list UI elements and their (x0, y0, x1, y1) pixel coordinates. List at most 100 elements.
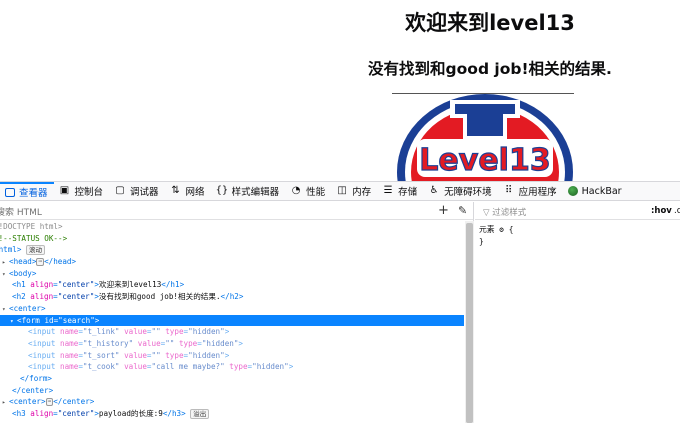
input-value: call me maybe? (156, 362, 221, 372)
filter-placeholder: 过滤样式 (492, 208, 527, 218)
element-rule-label: 元素 (479, 225, 495, 234)
tab-label: 网络 (185, 187, 205, 198)
expand-icon[interactable]: ▸ (2, 397, 9, 409)
element-rule: 元素 ⚙ { (479, 224, 680, 236)
open-brace: { (508, 225, 514, 234)
input-type: hidden (192, 350, 221, 360)
hov-toggle[interactable]: :hov (651, 206, 672, 216)
tab-label: HackBar (581, 185, 622, 197)
tree-line-html[interactable]: <html> 滚动 (0, 244, 458, 256)
style-filter-input[interactable]: ▽ 过滤样式 (483, 206, 526, 218)
input-name: t_link (87, 327, 115, 337)
memory-icon: ◫ (337, 185, 347, 196)
tree-line-h1[interactable]: <h1 align="center">欢迎来到level13</h1> (12, 279, 476, 291)
center-close-tag: </center> (12, 385, 54, 395)
markup-scrollbar[interactable] (465, 221, 474, 423)
accessibility-icon: ♿ (429, 185, 439, 196)
rendered-page: 欢迎来到level13 没有找到和good job!相关的结果. Level13 (0, 0, 680, 181)
tree-line-h3[interactable]: <h3 align="center">payload的长度:9</h3> 溢出 (12, 408, 476, 420)
filter-icon: ▽ (483, 208, 493, 218)
level13-logo: Level13 (397, 94, 573, 181)
style-filter-bar: ▽ 过滤样式 :hov .c (475, 202, 680, 220)
tree-line-comment[interactable]: <!--STATUS OK--> (0, 233, 458, 245)
tab-storage[interactable]: ☰ 存储 (377, 182, 423, 201)
collapse-icon[interactable]: ▾ (10, 316, 17, 328)
tab-style-editor[interactable]: {} 样式编辑器 (211, 182, 286, 201)
tab-debugger[interactable]: ▢ 调试器 (109, 182, 165, 201)
form-id-value: search (62, 315, 91, 325)
tree-line-input-t-link[interactable]: <input name="t_link" value="" type="hidd… (28, 326, 492, 338)
html-search-bar: 搜索 HTML + ✎ (0, 202, 473, 220)
body-tag: <body> (9, 268, 37, 278)
markup-pane: 搜索 HTML + ✎ <!DOCTYPE html> <!--STATUS O… (0, 202, 474, 423)
page-heading: 欢迎来到level13 (405, 11, 575, 35)
html-search-input[interactable]: 搜索 HTML (0, 205, 42, 218)
tab-inspector[interactable]: 查看器 (0, 181, 54, 201)
h3-text: payload的长度:9 (98, 409, 163, 418)
markup-tree: <!DOCTYPE html> <!--STATUS OK--> <html> … (0, 221, 464, 423)
gear-icon[interactable]: ⚙ (499, 225, 504, 234)
tab-label: 控制台 (74, 187, 104, 198)
tab-label: 性能 (306, 187, 326, 198)
tab-network[interactable]: ⇅ 网络 (165, 182, 211, 201)
tab-performance[interactable]: ◔ 性能 (285, 182, 331, 201)
style-editor-icon: {} (215, 185, 229, 196)
tab-label: 存储 (398, 187, 418, 198)
tree-line-form-close[interactable]: </form> (20, 373, 484, 385)
page-subheading: 没有找到和good job!相关的结果. (368, 60, 612, 78)
application-icon: ⠿ (504, 185, 513, 196)
eyedropper-icon[interactable]: ✎ (458, 204, 467, 217)
tree-line-head[interactable]: ▸ <head> ⋯ </head> (2, 256, 466, 268)
tab-memory[interactable]: ◫ 内存 (331, 182, 377, 201)
scroll-badge[interactable]: 滚动 (26, 245, 46, 256)
tab-application[interactable]: ⠿ 应用程序 (498, 182, 563, 201)
center-close-tag: </center> (53, 397, 95, 407)
input-name: t_history (87, 338, 129, 348)
tree-line-h2[interactable]: <h2 align="center">没有找到和good job!相关的结果.<… (12, 291, 476, 303)
tree-line-doctype[interactable]: <!DOCTYPE html> (0, 221, 458, 233)
rules-pane: ▽ 过滤样式 :hov .c 元素 ⚙ { } (475, 202, 680, 423)
overflow-badge[interactable]: 溢出 (190, 409, 210, 419)
html-tag: <html> (0, 245, 22, 255)
devtools-panel: 查看器 ▣ 控制台 ▢ 调试器 ⇅ 网络 {} 样式编辑器 ◔ 性能 ◫ 内存 … (0, 181, 680, 423)
input-name: t_cook (87, 362, 115, 372)
tab-label: 调试器 (130, 187, 159, 198)
network-icon: ⇅ (171, 185, 180, 196)
cls-toggle[interactable]: .c (674, 206, 680, 216)
doctype-text: <!DOCTYPE html> (0, 222, 63, 231)
input-type: hidden (256, 362, 285, 372)
tree-line-input-t-cook[interactable]: <input name="t_cook" value="call me mayb… (28, 361, 492, 373)
tab-hackbar[interactable]: HackBar (563, 182, 628, 201)
tab-console[interactable]: ▣ 控制台 (54, 182, 110, 201)
h1-text: 欢迎来到level13 (98, 280, 162, 290)
tree-line-center-close[interactable]: </center> (12, 385, 476, 397)
h2-text: 没有找到和good job!相关的结果. (98, 292, 221, 302)
scrollbar-thumb[interactable] (466, 223, 473, 423)
tab-label: 应用程序 (518, 187, 557, 198)
comment-text: <!--STATUS OK--> (0, 233, 68, 243)
input-name: t_sort (87, 350, 115, 360)
debugger-icon: ▢ (115, 185, 125, 196)
form-close-tag: </form> (20, 373, 53, 383)
tree-line-center-collapsed[interactable]: ▸ <center> ⋯ </center> (2, 396, 466, 408)
tree-line-center[interactable]: ▾ <center> (2, 303, 466, 315)
tab-label: 内存 (352, 187, 372, 198)
ellipsis-icon[interactable]: ⋯ (36, 258, 45, 267)
tree-line-form-selected[interactable]: ▾ <form id="search"> (0, 314, 464, 328)
inspector-icon (5, 187, 15, 197)
performance-icon: ◔ (291, 185, 301, 196)
logo-text: Level13 (419, 143, 550, 178)
tree-line-body[interactable]: ▾ <body> (2, 268, 466, 280)
collapse-icon[interactable]: ▾ (2, 269, 9, 281)
tree-line-input-t-sort[interactable]: <input name="t_sort" value="" type="hidd… (28, 350, 492, 362)
head-close-tag: </head> (44, 257, 77, 267)
close-brace: } (479, 236, 484, 246)
tree-line-input-t-history[interactable]: <input name="t_history" value="" type="h… (28, 338, 492, 350)
add-node-icon[interactable]: + (438, 203, 449, 218)
storage-icon: ☰ (383, 185, 393, 196)
console-icon: ▣ (59, 185, 70, 196)
input-type: hidden (192, 327, 221, 337)
input-type: hidden (206, 338, 234, 348)
tab-label: 无障碍环境 (444, 187, 492, 198)
tab-accessibility[interactable]: ♿ 无障碍环境 (423, 182, 498, 201)
